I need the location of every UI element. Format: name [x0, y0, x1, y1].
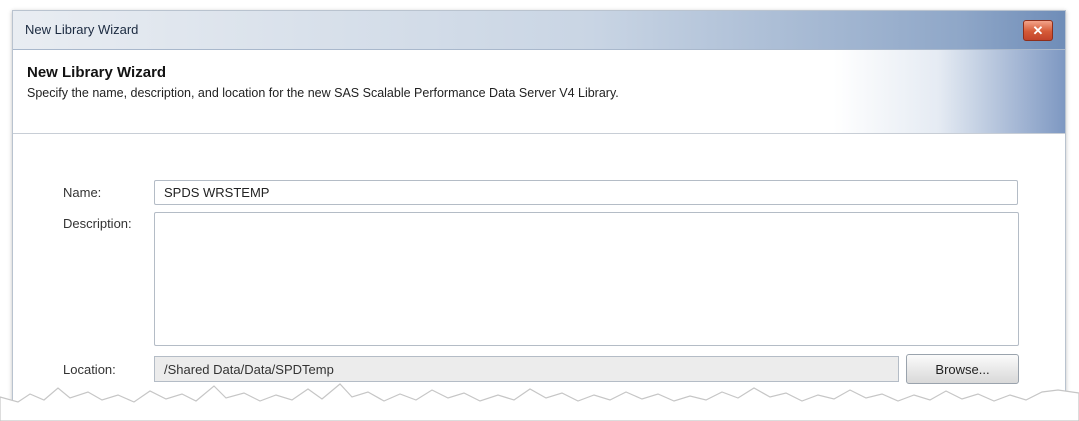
description-field[interactable] [154, 212, 1019, 346]
torn-edge-decoration [0, 383, 1079, 421]
location-label: Location: [63, 362, 116, 377]
wizard-heading: New Library Wizard [27, 64, 167, 81]
close-button[interactable]: ✕ [1023, 20, 1053, 41]
wizard-header: New Library Wizard Specify the name, des… [13, 50, 1065, 134]
location-field[interactable] [154, 356, 899, 382]
name-label: Name: [63, 185, 102, 200]
name-field[interactable] [154, 180, 1018, 205]
description-label: Description: [63, 216, 132, 231]
title-bar: New Library Wizard ✕ [13, 11, 1065, 50]
wizard-instructions: Specify the name, description, and locat… [27, 86, 619, 100]
close-icon: ✕ [1032, 22, 1044, 38]
library-form: Name: Description: Location: Browse... [13, 134, 1065, 416]
window-title: New Library Wizard [25, 22, 139, 37]
wizard-window: New Library Wizard ✕ New Library Wizard … [12, 10, 1066, 417]
